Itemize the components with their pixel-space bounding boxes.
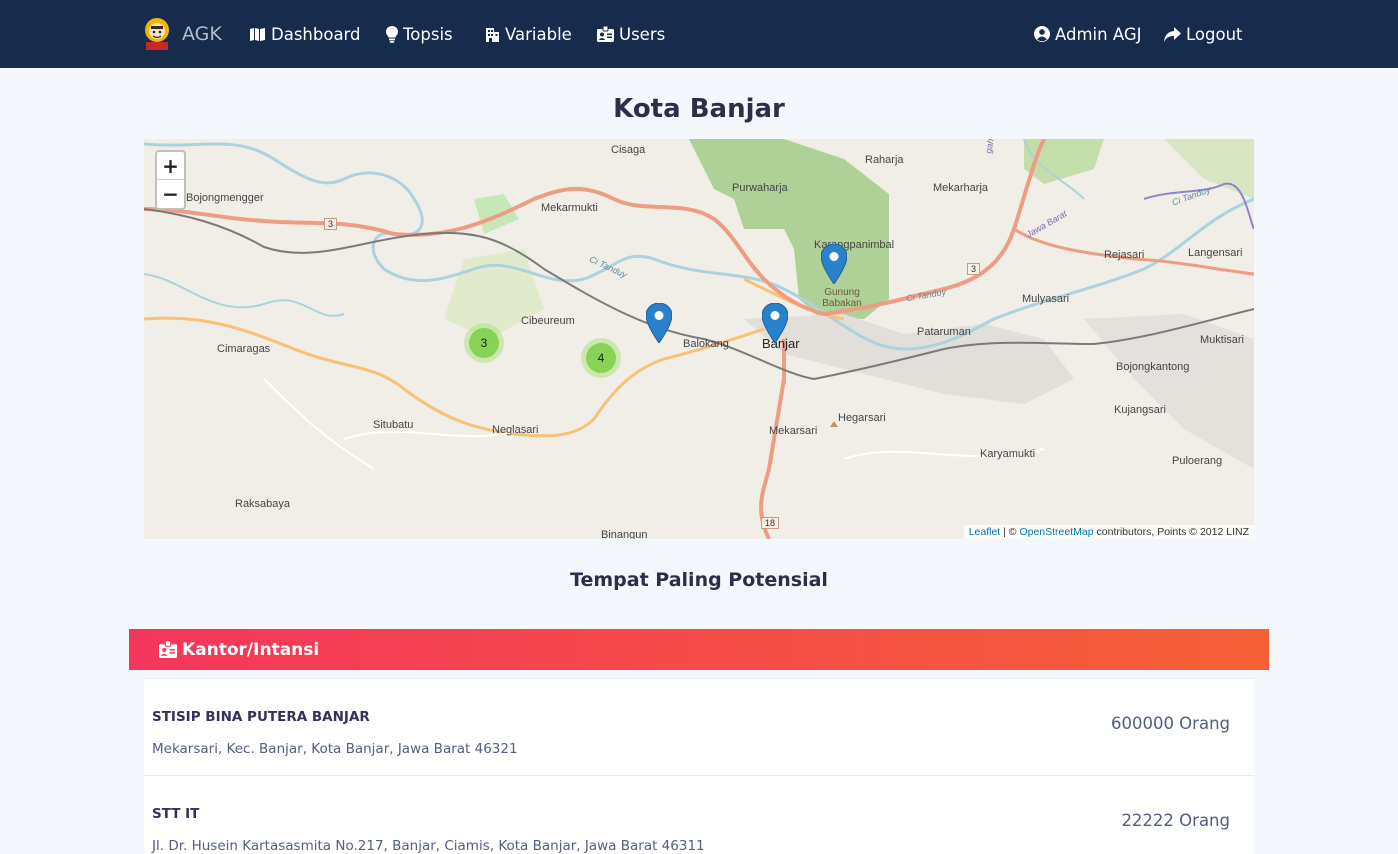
map-label-rejasari: Rejasari: [1104, 249, 1145, 261]
map-label-cisaga: Cisaga: [611, 144, 646, 156]
map-label-cibeureum: Cibeureum: [521, 315, 575, 327]
brand-logo-icon: [145, 18, 169, 50]
map-label-karyamukti: Karyamukti: [980, 448, 1036, 460]
map-label-hegarsari: Hegarsari: [838, 412, 886, 424]
brand-text: AGK: [182, 23, 222, 45]
map-label-mulyasari: Mulyasari: [1022, 293, 1070, 305]
id-card-icon: [597, 26, 614, 42]
map-label-puloerang: Puloerang: [1172, 455, 1223, 467]
map-label-cimaragas: Cimaragas: [217, 343, 271, 355]
nav-logout-label: Logout: [1186, 24, 1243, 44]
nav-users[interactable]: Users: [597, 0, 665, 68]
place-name: STT IT: [152, 806, 200, 822]
nav-topsis-label: Topsis: [403, 24, 453, 44]
map-label-kujangsari: Kujangsari: [1114, 404, 1166, 416]
road-shield: 18: [761, 517, 780, 529]
cluster-count: 3: [469, 328, 499, 358]
leaflet-map[interactable]: Bojongmengger Cisaga Raharja Purwaharja …: [144, 139, 1254, 539]
map-label-binangun: Binangun: [601, 529, 648, 539]
nav-logout[interactable]: Logout: [1164, 0, 1243, 68]
map-marker-icon[interactable]: [646, 303, 672, 343]
top-navbar: AGK Dashboard Topsis Variable Users Admi…: [0, 0, 1398, 68]
page-title: Kota Banjar: [613, 94, 785, 124]
map-label-balokang: Balokang: [683, 338, 729, 350]
nav-variable-label: Variable: [505, 24, 572, 44]
map-label-muktisari: Muktisari: [1200, 334, 1245, 346]
place-count: 22222 Orang: [1121, 811, 1230, 830]
map-label-situbatu: Situbatu: [373, 419, 414, 431]
id-card-icon: [159, 641, 177, 658]
cluster-count: 4: [586, 343, 616, 373]
list-item[interactable]: STT IT Jl. Dr. Husein Kartasasmita No.21…: [144, 776, 1254, 854]
zoom-control: + −: [155, 150, 186, 210]
marker-cluster[interactable]: 3: [464, 323, 504, 363]
lightbulb-icon: [386, 25, 398, 43]
map-icon: [250, 27, 265, 41]
zoom-out-button[interactable]: −: [157, 180, 184, 208]
map-label-bojongkantong: Bojongkantong: [1116, 361, 1190, 373]
map-label-purwaharja: Purwaharja: [732, 182, 788, 194]
place-count: 600000 Orang: [1110, 714, 1230, 733]
section-title: Tempat Paling Potensial: [570, 569, 828, 591]
road-shield: 3: [324, 218, 338, 230]
building-icon: [486, 28, 499, 42]
map-label-neglasari: Neglasari: [492, 424, 539, 436]
map-label-bojongmengger: Bojongmengger: [186, 192, 264, 204]
nav-user-label: Admin AGJ: [1055, 24, 1142, 44]
map-attribution: Leaflet | © OpenStreetMap contributors, …: [963, 525, 1254, 539]
map-marker-icon[interactable]: [762, 303, 788, 343]
map-label-mekarharja: Mekarharja: [933, 182, 989, 194]
place-address: Mekarsari, Kec. Banjar, Kota Banjar, Jaw…: [152, 741, 518, 757]
nav-variable[interactable]: Variable: [484, 0, 572, 68]
list-item[interactable]: STISIP BINA PUTERA BANJAR Mekarsari, Kec…: [144, 679, 1254, 776]
leaflet-link[interactable]: Leaflet: [969, 526, 1001, 538]
osm-link[interactable]: OpenStreetMap: [1019, 526, 1093, 538]
share-arrow-icon: [1164, 26, 1181, 42]
map-label-mekarmukti: Mekarmukti: [541, 202, 598, 214]
map-label-raharja: Raharja: [865, 154, 904, 166]
map-label-langensari: Langensari: [1188, 247, 1243, 259]
attribution-separator: | ©: [1000, 526, 1020, 538]
zoom-in-button[interactable]: +: [157, 152, 184, 180]
nav-topsis[interactable]: Topsis: [386, 0, 453, 68]
map-label-mekarsari: Mekarsari: [769, 425, 818, 437]
map-label-pataruman: Pataruman: [917, 326, 971, 338]
potential-places-list: STISIP BINA PUTERA BANJAR Mekarsari, Kec…: [144, 678, 1254, 854]
nav-users-label: Users: [619, 24, 666, 44]
map-label-raksabaya: Raksabaya: [235, 498, 291, 510]
attribution-text: contributors, Points © 2012 LINZ: [1093, 526, 1250, 538]
place-name: STISIP BINA PUTERA BANJAR: [152, 709, 370, 725]
marker-cluster[interactable]: 4: [581, 338, 621, 378]
nav-dashboard-label: Dashboard: [271, 24, 361, 44]
map-marker-icon[interactable]: [821, 244, 847, 284]
category-label: Kantor/Intansi: [182, 639, 320, 660]
user-circle-icon: [1034, 26, 1050, 42]
category-header: Kantor/Intansi: [129, 629, 1269, 670]
place-address: Jl. Dr. Husein Kartasasmita No.217, Banj…: [152, 838, 705, 854]
nav-dashboard[interactable]: Dashboard: [249, 0, 361, 68]
map-label-gunung-babakan: Gunung Babakan: [822, 287, 862, 309]
brand-link[interactable]: AGK: [143, 0, 222, 68]
nav-user-account[interactable]: Admin AGJ: [1034, 0, 1141, 68]
road-shield: 3: [967, 263, 981, 275]
